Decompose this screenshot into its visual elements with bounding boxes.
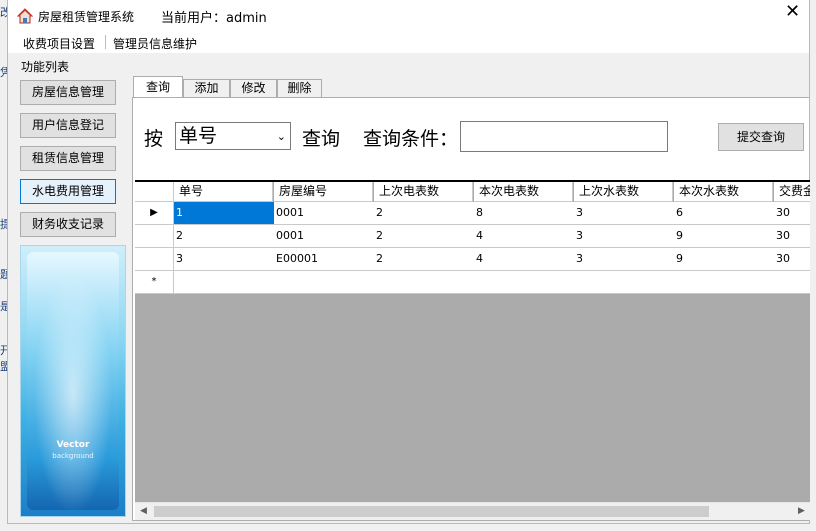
tab-delete[interactable]: 删除	[277, 79, 322, 97]
menu-item-admin-info[interactable]: 管理员信息维护	[113, 35, 197, 52]
scroll-right-arrow-icon[interactable]: ▶	[793, 503, 810, 520]
table-cell[interactable]: 9	[674, 248, 775, 271]
table-cell[interactable]: 3	[574, 202, 675, 225]
function-panel: 功能列表 房屋信息管理 用户信息登记 租赁信息管理 水电费用管理 财务收支记录 …	[13, 55, 129, 521]
table-cell[interactable]	[574, 271, 675, 294]
tab-query[interactable]: 查询	[133, 76, 183, 98]
horizontal-scrollbar[interactable]: ◀ ▶	[135, 502, 810, 520]
condition-input[interactable]	[460, 121, 668, 152]
banner-image: Vector background	[20, 245, 126, 517]
lease-info-button[interactable]: 租赁信息管理	[20, 146, 116, 171]
query-tab-page: 按 单号 ⌄ 查询 查询条件： 提交查询 单号 房屋编号 上次电表数 本次电表数…	[132, 97, 810, 521]
query-field-value: 单号	[179, 125, 218, 147]
finance-record-button[interactable]: 财务收支记录	[20, 212, 116, 237]
query-field-select[interactable]: 单号 ⌄	[175, 122, 291, 150]
table-cell[interactable]: 3	[574, 248, 675, 271]
table-cell[interactable]	[174, 271, 275, 294]
background-right-strip	[810, 0, 816, 531]
condition-label: 查询条件：	[363, 128, 459, 150]
banner-gradient	[27, 252, 119, 510]
window-title: 房屋租赁管理系统	[38, 10, 135, 24]
table-cell[interactable]: 4	[474, 225, 575, 248]
content-area: 查询 添加 修改 删除 按 单号 ⌄ 查询 查询条件： 提交查询 单号 房屋编号…	[129, 55, 810, 521]
table-cell[interactable]: 30	[774, 225, 810, 248]
table-cell[interactable]: 2	[374, 225, 475, 248]
tab-add[interactable]: 添加	[183, 79, 230, 97]
query-label: 查询	[302, 128, 341, 150]
table-cell[interactable]: 0001	[274, 202, 375, 225]
house-info-button[interactable]: 房屋信息管理	[20, 80, 116, 105]
table-cell[interactable]: 30	[774, 202, 810, 225]
table-cell[interactable]: 9	[674, 225, 775, 248]
row-header[interactable]	[135, 225, 174, 248]
table-cell[interactable]: 2	[374, 202, 475, 225]
table-cell[interactable]: 0001	[274, 225, 375, 248]
table-cell[interactable]: 1	[174, 202, 275, 225]
background-bottom-strip	[0, 524, 816, 531]
table-cell[interactable]	[674, 271, 775, 294]
table-cell[interactable]: 2	[174, 225, 275, 248]
scroll-left-arrow-icon[interactable]: ◀	[135, 503, 152, 520]
house-icon	[17, 8, 33, 24]
utility-fee-button[interactable]: 水电费用管理	[20, 179, 116, 204]
table-cell[interactable]	[374, 271, 475, 294]
main-window: 房屋租赁管理系统 当前用户：admin ✕ 收费项目设置 管理员信息维护 功能列…	[7, 0, 810, 524]
current-user-label: 当前用户：admin	[161, 11, 267, 26]
submit-query-button[interactable]: 提交查询	[718, 123, 804, 151]
grid-corner-cell	[135, 182, 174, 202]
user-register-button[interactable]: 用户信息登记	[20, 113, 116, 138]
column-header[interactable]: 本次水表数	[674, 182, 773, 202]
menu-bar: 收费项目设置 管理员信息维护	[8, 31, 809, 53]
data-grid[interactable]: 单号 房屋编号 上次电表数 本次电表数 上次水表数 本次水表数 交费金 ▶ 1 …	[135, 180, 810, 519]
table-cell[interactable]: 3	[574, 225, 675, 248]
function-list-title: 功能列表	[21, 60, 70, 74]
table-cell[interactable]: 8	[474, 202, 575, 225]
menu-item-fee-settings[interactable]: 收费项目设置	[23, 35, 95, 52]
table-cell[interactable]: 30	[774, 248, 810, 271]
column-header[interactable]: 单号	[174, 182, 273, 202]
table-cell[interactable]	[774, 271, 810, 294]
new-row-marker[interactable]: *	[135, 271, 174, 294]
menu-separator	[105, 35, 106, 49]
column-header[interactable]: 本次电表数	[474, 182, 573, 202]
table-cell[interactable]: 4	[474, 248, 575, 271]
column-header[interactable]: 交费金	[774, 182, 810, 202]
table-cell[interactable]: E00001	[274, 248, 375, 271]
title-bar: 房屋租赁管理系统 当前用户：admin ✕	[8, 0, 809, 31]
tab-edit[interactable]: 修改	[230, 79, 277, 97]
banner-subtitle: background	[52, 452, 94, 460]
by-label: 按	[144, 128, 164, 150]
column-header[interactable]: 上次电表数	[374, 182, 473, 202]
column-header[interactable]: 房屋编号	[274, 182, 373, 202]
chevron-down-icon: ⌄	[276, 130, 286, 143]
table-cell[interactable]: 2	[374, 248, 475, 271]
table-cell[interactable]: 3	[174, 248, 275, 271]
current-row-marker[interactable]: ▶	[135, 202, 174, 225]
table-cell[interactable]	[274, 271, 375, 294]
row-header[interactable]	[135, 248, 174, 271]
table-cell[interactable]: 6	[674, 202, 775, 225]
scrollbar-thumb[interactable]	[154, 506, 709, 517]
column-header[interactable]: 上次水表数	[574, 182, 673, 202]
table-cell[interactable]	[474, 271, 575, 294]
banner-title: Vector	[56, 440, 90, 450]
close-button[interactable]: ✕	[776, 0, 809, 24]
